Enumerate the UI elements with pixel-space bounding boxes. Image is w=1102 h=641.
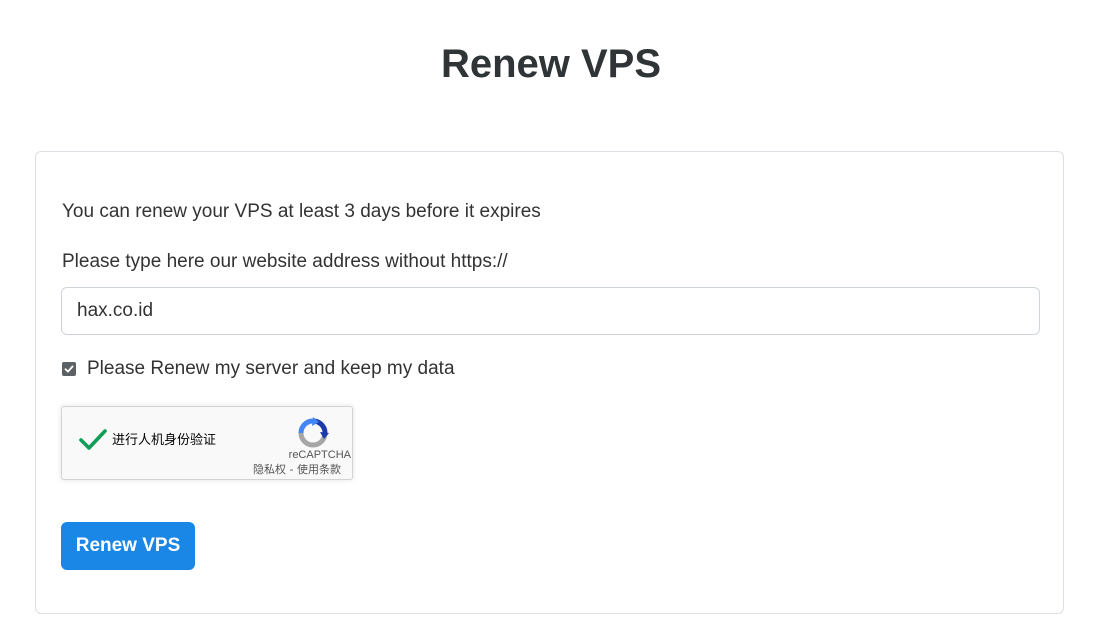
address-field-label: Please type here our website address wit… [62,251,508,272]
renew-info-text: You can renew your VPS at least 3 days b… [62,201,541,222]
renew-form-card: You can renew your VPS at least 3 days b… [35,151,1064,614]
recaptcha-brand: reCAPTCHA [288,449,351,461]
recaptcha-logo-icon [298,417,329,448]
page-title: Renew VPS [440,42,662,86]
checkmark-icon[interactable] [78,427,108,453]
renew-checkbox-label[interactable]: Please Renew my server and keep my data [87,355,455,383]
renew-vps-button[interactable]: Renew VPS [61,522,195,570]
checkbox-check-icon [64,365,74,373]
website-address-input[interactable] [61,287,1040,335]
renew-checkbox[interactable] [62,362,76,376]
recaptcha-terms-links[interactable]: 隐私权 - 使用条款 [253,463,341,476]
recaptcha-status-text: 进行人机身份验证 [112,433,217,448]
recaptcha-widget[interactable]: 进行人机身份验证 reCAPTCHA 隐私权 - 使用条款 [61,406,353,480]
renew-checkbox-row[interactable]: Please Renew my server and keep my data [62,355,455,383]
